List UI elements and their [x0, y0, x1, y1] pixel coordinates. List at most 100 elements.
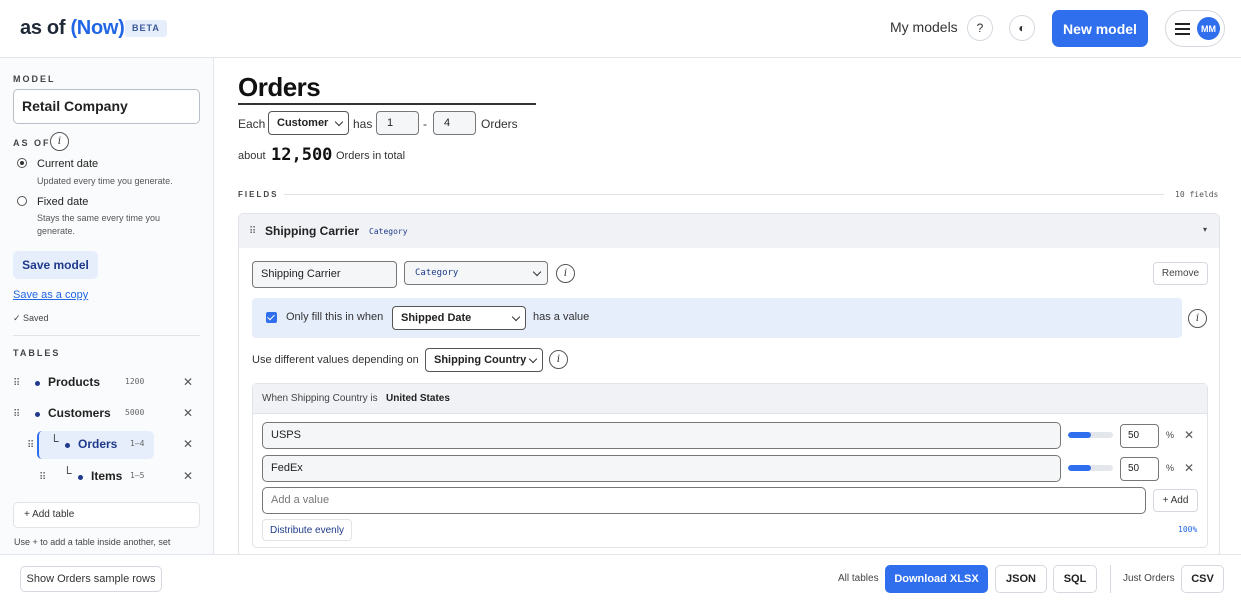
- distribute-evenly-button[interactable]: Distribute evenly: [262, 519, 352, 541]
- saved-status: ✓ Saved: [13, 313, 49, 323]
- add-value-button[interactable]: + Add: [1153, 489, 1198, 512]
- footer-bar: Show Orders sample rows All tables Downl…: [0, 554, 1241, 600]
- theme-toggle-button[interactable]: ◐: [1009, 15, 1035, 41]
- when-value: United States: [386, 393, 450, 404]
- percent-sign: %: [1166, 463, 1175, 473]
- depend-info-icon[interactable]: i: [549, 350, 568, 369]
- remove-table-icon[interactable]: ✕: [183, 406, 193, 420]
- field-name-input[interactable]: Shipping Carrier: [252, 261, 397, 288]
- save-as-copy-link[interactable]: Save as a copy: [13, 289, 88, 301]
- model-section-label: MODEL: [13, 74, 56, 84]
- show-sample-rows-button[interactable]: Show Orders sample rows: [20, 566, 162, 592]
- tables-section-label: TABLES: [13, 348, 61, 358]
- table-count: 1200: [125, 377, 145, 386]
- remove-table-icon[interactable]: ✕: [183, 375, 193, 389]
- drag-handle-icon[interactable]: ⠿: [13, 409, 20, 420]
- collapse-caret-icon[interactable]: ▾: [1203, 225, 1207, 234]
- field-header[interactable]: ⠿ Shipping Carrier Category ▾: [239, 214, 1219, 248]
- all-tables-label: All tables: [838, 573, 879, 584]
- total-rows-suffix: Orders in total: [336, 150, 406, 162]
- sidebar-item-customers[interactable]: ⠿ Customers 5000 ✕: [0, 400, 213, 428]
- page-title[interactable]: Orders: [238, 72, 321, 103]
- when-label: When Shipping Country is: [262, 393, 378, 404]
- remove-value-icon[interactable]: ✕: [1184, 428, 1194, 442]
- table-dot-icon: [65, 443, 70, 448]
- fields-divider: [284, 194, 1164, 195]
- conditional-values-box: When Shipping Country is United States U…: [252, 383, 1208, 548]
- value-input[interactable]: FedEx: [262, 455, 1061, 482]
- depend-label: Use different values depending on: [252, 354, 419, 366]
- total-rows-count: 12,500: [271, 145, 333, 165]
- remove-table-icon[interactable]: ✕: [183, 437, 193, 451]
- has-label: has: [353, 117, 373, 131]
- account-menu-button[interactable]: MM: [1165, 10, 1225, 47]
- field-header-type: Category: [369, 227, 408, 236]
- top-bar: as of (Now) BETA My models ? ◐ New model…: [0, 0, 1241, 58]
- add-value-input[interactable]: Add a value: [262, 487, 1146, 514]
- range-dash: -: [423, 117, 427, 131]
- sidebar: MODEL Retail Company AS OF i Current dat…: [0, 58, 214, 554]
- remove-field-button[interactable]: Remove: [1153, 262, 1208, 285]
- sidebar-item-orders[interactable]: ⠿ └ Orders 1–4 ✕: [0, 431, 213, 459]
- only-fill-checkbox[interactable]: [266, 312, 277, 323]
- percent-input[interactable]: 50: [1120, 424, 1159, 448]
- drag-handle-icon[interactable]: ⠿: [27, 440, 34, 451]
- new-model-button[interactable]: New model: [1052, 10, 1148, 47]
- main-content: Orders Each Customer has 1 - 4 Orders ab…: [214, 58, 1241, 554]
- chevron-down-icon: [528, 354, 538, 364]
- min-count-input[interactable]: 1: [376, 111, 419, 135]
- csv-button[interactable]: CSV: [1181, 565, 1224, 593]
- download-xlsx-button[interactable]: Download XLSX: [885, 565, 988, 593]
- field-type-select[interactable]: Category: [404, 261, 548, 285]
- condition-info-icon[interactable]: i: [1188, 309, 1207, 328]
- chevron-down-icon: [334, 117, 344, 127]
- question-icon: ?: [976, 21, 984, 35]
- parent-table-select[interactable]: Customer: [268, 111, 349, 135]
- field-type-value: Category: [415, 268, 459, 278]
- tables-hint: Use + to add a table inside another, set: [14, 537, 171, 547]
- fixed-date-radio[interactable]: [17, 196, 27, 206]
- logo[interactable]: as of (Now): [20, 17, 125, 40]
- as-of-label: AS OF: [13, 138, 51, 148]
- depend-field-select[interactable]: Shipping Country: [425, 348, 543, 372]
- table-name: Orders: [78, 437, 118, 451]
- remove-value-icon[interactable]: ✕: [1184, 461, 1194, 475]
- total-percent: 100%: [1178, 525, 1198, 534]
- share-bar-fill: [1068, 432, 1091, 438]
- fixed-date-title: Fixed date: [37, 196, 89, 208]
- drag-handle-icon[interactable]: ⠿: [13, 378, 20, 389]
- condition-field-value: Shipped Date: [401, 312, 472, 324]
- current-date-radio[interactable]: [17, 158, 27, 168]
- sql-button[interactable]: SQL: [1053, 565, 1097, 593]
- condition-field-select[interactable]: Shipped Date: [392, 306, 526, 330]
- save-model-button[interactable]: Save model: [13, 251, 98, 279]
- fields-count: 10 fields: [1175, 190, 1219, 199]
- value-input[interactable]: USPS: [262, 422, 1061, 449]
- current-date-title: Current date: [37, 158, 99, 170]
- remove-table-icon[interactable]: ✕: [183, 469, 193, 483]
- sidebar-item-items[interactable]: ⠿ └ Items 1–5 ✕: [0, 463, 213, 491]
- sidebar-item-products[interactable]: ⠿ Products 1200 ✕: [0, 369, 213, 397]
- logo-accent: (Now): [70, 17, 125, 39]
- table-count: 1–4: [130, 439, 145, 448]
- just-orders-label: Just Orders: [1123, 573, 1175, 584]
- model-name-input[interactable]: Retail Company: [13, 89, 200, 124]
- tree-elbow-icon: └: [50, 434, 59, 448]
- help-button[interactable]: ?: [967, 15, 993, 41]
- table-dot-icon: [35, 381, 40, 386]
- table-dot-icon: [35, 412, 40, 417]
- percent-sign: %: [1166, 430, 1175, 440]
- my-models-link[interactable]: My models: [890, 19, 958, 35]
- field-type-info-icon[interactable]: i: [556, 264, 575, 283]
- max-count-input[interactable]: 4: [433, 111, 476, 135]
- table-dot-icon: [78, 475, 83, 480]
- as-of-info-icon[interactable]: i: [50, 132, 69, 151]
- drag-handle-icon[interactable]: ⠿: [39, 472, 46, 483]
- add-table-button[interactable]: + Add table: [13, 502, 200, 528]
- percent-input[interactable]: 50: [1120, 457, 1159, 481]
- field-card-shipping-carrier: ⠿ Shipping Carrier Category ▾ Shipping C…: [238, 213, 1220, 554]
- drag-handle-icon[interactable]: ⠿: [249, 226, 256, 237]
- table-name: Items: [91, 469, 123, 483]
- json-button[interactable]: JSON: [995, 565, 1047, 593]
- field-header-name: Shipping Carrier: [265, 224, 360, 238]
